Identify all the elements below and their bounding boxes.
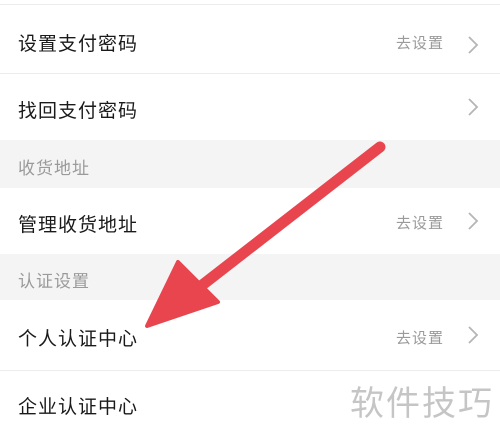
watermark-text: 软件技巧 [350, 384, 494, 424]
personal-verification-row[interactable]: 个人认证中心 去设置 [0, 300, 500, 370]
chevron-right-icon [468, 36, 479, 54]
set-payment-password-value: 去设置 [395, 34, 444, 52]
personal-verification-value: 去设置 [395, 329, 444, 347]
enterprise-verification-label: 企业认证中心 [18, 396, 139, 418]
shipping-section-header: 收货地址 [0, 140, 500, 188]
manage-address-label: 管理收货地址 [18, 214, 139, 236]
personal-verification-label: 个人认证中心 [18, 328, 139, 350]
set-payment-password-row[interactable]: 设置支付密码 去设置 [0, 5, 500, 73]
verification-section-title: 认证设置 [18, 272, 90, 292]
manage-address-row[interactable]: 管理收货地址 去设置 [0, 188, 500, 254]
chevron-right-icon [468, 326, 479, 344]
chevron-right-icon [468, 212, 479, 230]
recover-payment-password-row[interactable]: 找回支付密码 [0, 74, 500, 140]
recover-payment-password-label: 找回支付密码 [18, 100, 139, 122]
manage-address-value: 去设置 [395, 214, 444, 232]
settings-screen: 设置支付密码 去设置 找回支付密码 收货地址 管理收货地址 去设置 认证设置 个… [0, 0, 500, 437]
set-payment-password-label: 设置支付密码 [18, 33, 139, 55]
shipping-section-title: 收货地址 [18, 159, 90, 179]
chevron-right-icon [468, 98, 479, 116]
verification-section-header: 认证设置 [0, 254, 500, 300]
